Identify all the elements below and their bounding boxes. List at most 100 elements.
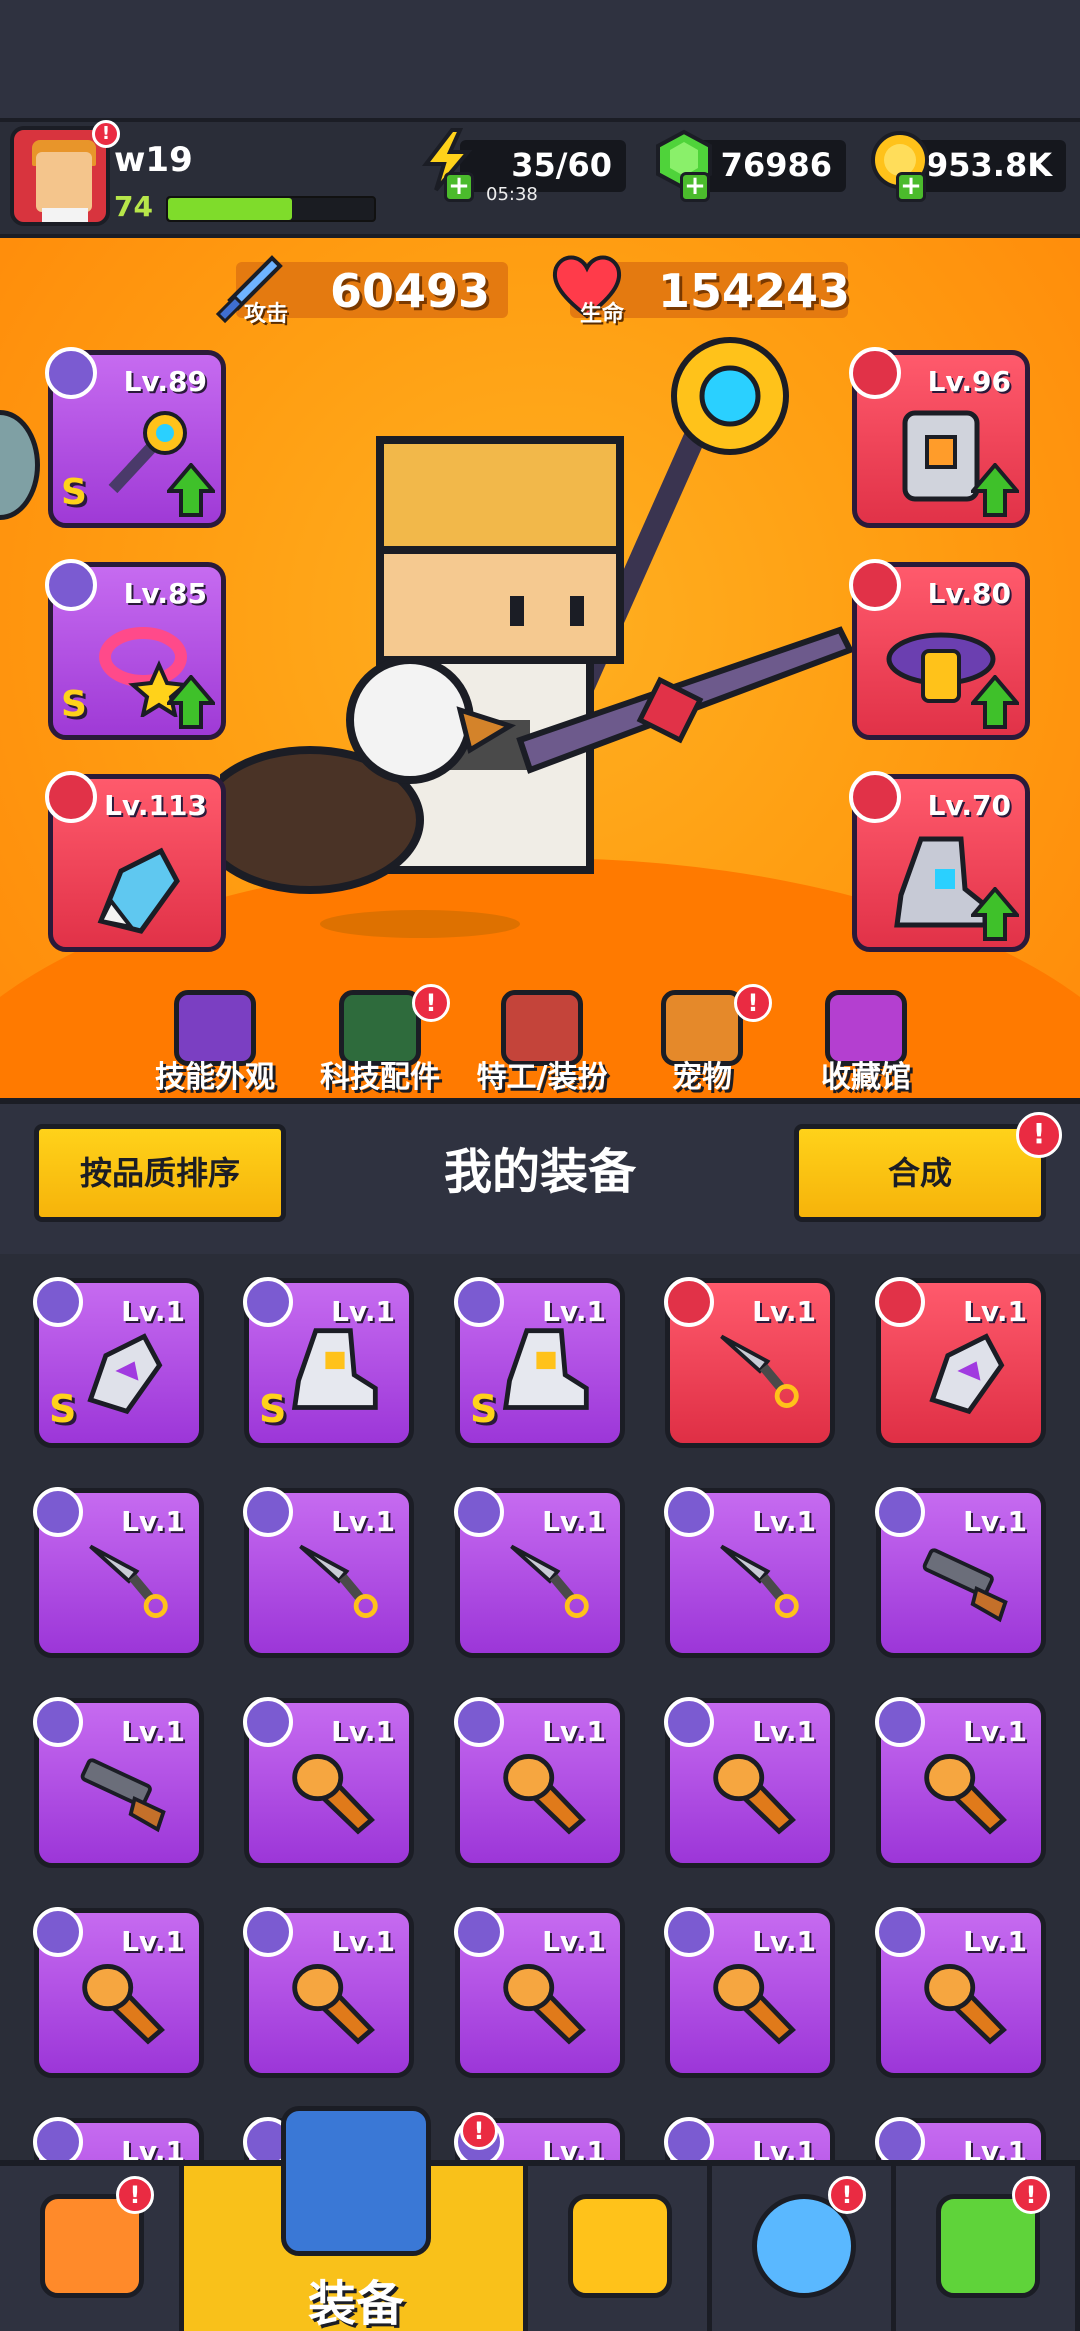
evolution-nav-button[interactable]: !: [896, 2166, 1080, 2331]
inventory-item[interactable]: Lv.1: [33, 1907, 204, 2078]
glove-icon: [929, 1333, 1005, 1415]
inventory-item[interactable]: Lv.1: [33, 1487, 204, 1658]
inventory-item[interactable]: Lv.1: [875, 2117, 1046, 2160]
inventory-item[interactable]: Lv.1: [664, 1697, 835, 1868]
gloves-type-icon: [45, 771, 97, 823]
item-type-icon: [664, 1697, 714, 1747]
inventory-item[interactable]: Lv.1: [875, 1277, 1046, 1448]
inventory-item[interactable]: Lv.1: [243, 1907, 414, 2078]
pet-tab[interactable]: ! 宠物: [622, 984, 782, 1095]
equipped-gloves-slot[interactable]: Lv.113: [45, 771, 226, 952]
nav-alert-badge: !: [460, 2112, 498, 2150]
equipped-belt-slot[interactable]: Lv.80: [849, 559, 1030, 740]
equipped-weapon-grade: S: [61, 472, 87, 513]
add-gold-button[interactable]: +: [896, 172, 926, 202]
rocket-icon: [713, 1754, 796, 1835]
item-type-icon: [33, 1697, 83, 1747]
equipped-armor-slot[interactable]: Lv.96: [849, 347, 1030, 528]
tab-label: 宠物: [672, 1060, 732, 1095]
inventory-item[interactable]: Lv.1 S: [33, 1277, 204, 1448]
item-type-icon: [664, 1277, 714, 1327]
add-gems-button[interactable]: +: [680, 172, 710, 202]
item-level: Lv.1: [752, 2135, 816, 2160]
inventory-item[interactable]: Lv.1: [243, 1487, 414, 1658]
item-level: Lv.1: [963, 2135, 1027, 2160]
tab-alert-badge: !: [412, 984, 450, 1022]
kunai-icon: [89, 1544, 168, 1618]
inventory-item[interactable]: Lv.1 S: [454, 1277, 625, 1448]
inventory-item[interactable]: Lv.1: [454, 1697, 625, 1868]
upgrade-arrow-icon: [971, 675, 1019, 729]
weapon-type-icon: [45, 347, 97, 399]
equipped-weapon-slot[interactable]: Lv.89 S: [45, 347, 226, 528]
rocket-icon: [924, 1754, 1007, 1835]
item-type-icon: [454, 1277, 504, 1327]
energy-value: 35/60: [511, 146, 612, 184]
nav-alert-badge: !: [828, 2176, 866, 2214]
energy-display[interactable]: 35/60 05:38: [460, 140, 626, 205]
inventory-item[interactable]: Lv.1: [454, 1487, 625, 1658]
upgrade-arrow-icon: [167, 463, 215, 517]
gold-value: 953.8K: [925, 146, 1052, 184]
item-type-icon: [875, 1907, 925, 1957]
rocket-icon: [503, 1754, 586, 1835]
inventory-item[interactable]: Lv.1: [875, 1907, 1046, 2078]
merge-alert-badge: !: [1016, 1112, 1062, 1158]
equipped-weapon-level: Lv.89: [123, 365, 207, 398]
skin-tab[interactable]: 技能外观: [135, 990, 295, 1095]
inventory-item[interactable]: Lv.1: [33, 2117, 204, 2160]
inventory-item[interactable]: Lv.1: [33, 1697, 204, 1868]
add-energy-button[interactable]: +: [444, 172, 474, 202]
tech-parts-tab[interactable]: ! 科技配件: [300, 984, 460, 1095]
inventory-item[interactable]: Lv.1: [664, 1277, 835, 1448]
item-type-icon: [664, 1907, 714, 1957]
gold-display[interactable]: 953.8K: [910, 140, 1066, 192]
upgrade-arrow-icon: [167, 675, 215, 729]
missions-nav-button[interactable]: [528, 2166, 712, 2331]
item-type-icon: [33, 1487, 83, 1537]
inventory-item[interactable]: Lv.1: [875, 1487, 1046, 1658]
inventory-item[interactable]: Lv.1: [875, 1697, 1046, 1868]
collection-tab[interactable]: 收藏馆: [786, 990, 946, 1095]
agent-outfit-tab[interactable]: 特工/装扮: [462, 990, 622, 1095]
item-level: Lv.1: [121, 2135, 185, 2160]
equipment-nav-button[interactable]: ! 装备: [184, 2106, 528, 2331]
xp-bar: [166, 196, 376, 222]
item-type-icon: [875, 1277, 925, 1327]
status-bar: [0, 0, 1080, 118]
tab-label: 收藏馆: [821, 1060, 911, 1095]
item-type-icon: [33, 2117, 83, 2160]
equipped-necklace-slot[interactable]: Lv.85 S: [45, 559, 226, 740]
kunai-icon: [720, 1544, 799, 1618]
tab-label: 技能外观: [155, 1060, 275, 1095]
equipped-belt-level: Lv.80: [927, 577, 1011, 610]
boot-icon: [291, 1328, 378, 1410]
merge-button[interactable]: 合成: [794, 1124, 1046, 1222]
inventory-item[interactable]: Lv.1: [664, 1487, 835, 1658]
item-grade: S: [259, 1387, 287, 1431]
item-type-icon: [875, 2117, 925, 2160]
item-type-icon: [454, 1487, 504, 1537]
rocket-icon: [503, 1964, 586, 2045]
inventory-item[interactable]: Lv.1: [664, 2117, 835, 2160]
shop-nav-button[interactable]: !: [0, 2166, 184, 2331]
inventory-grid: Lv.1 S Lv.1 S Lv.1 S Lv.1 Lv.1 Lv.1 Lv.1 Lv.1 Lv.1 L…: [0, 1254, 1080, 2160]
equipped-boots-level: Lv.70: [927, 789, 1011, 822]
item-type-icon: [243, 1697, 293, 1747]
inventory-item[interactable]: Lv.1 S: [243, 1277, 414, 1448]
item-type-icon: [454, 1697, 504, 1747]
nav-alert-badge: !: [116, 2176, 154, 2214]
upgrade-arrow-icon: [971, 887, 1019, 941]
item-level: Lv.1: [542, 2135, 606, 2160]
hero-character[interactable]: [220, 300, 860, 940]
inventory-item[interactable]: Lv.1: [664, 1907, 835, 2078]
inventory-item[interactable]: Lv.1: [454, 1907, 625, 2078]
player-level: 74: [114, 190, 153, 223]
equipped-boots-slot[interactable]: Lv.70: [849, 771, 1030, 952]
boot-icon: [502, 1328, 589, 1410]
boots-type-icon: [849, 771, 901, 823]
item-type-icon: [664, 2117, 714, 2160]
xp-fill: [168, 198, 292, 220]
planet-nav-button[interactable]: !: [712, 2166, 896, 2331]
inventory-item[interactable]: Lv.1: [243, 1697, 414, 1868]
